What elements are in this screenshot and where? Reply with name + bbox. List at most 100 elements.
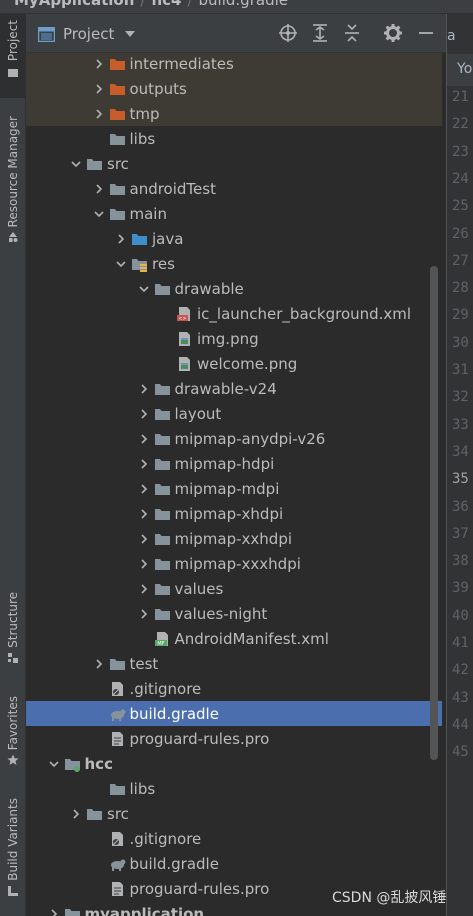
breadcrumb-item-module[interactable]: hc4 bbox=[151, 0, 181, 9]
tool-tab-favorites[interactable]: Favorites bbox=[0, 696, 26, 776]
chevron-right-icon[interactable] bbox=[138, 608, 150, 620]
chevron-right-icon[interactable] bbox=[70, 808, 82, 820]
tree-file-row[interactable]: MF AndroidManifest.xml bbox=[26, 626, 442, 651]
tool-tab-build-variants[interactable]: Build Variants bbox=[0, 798, 26, 908]
tree-folder-row[interactable]: androidTest bbox=[26, 176, 442, 201]
tree-item-label: libs bbox=[129, 779, 156, 798]
tree-folder-row[interactable]: mipmap-mdpi bbox=[26, 476, 442, 501]
tool-tab-project[interactable]: Project bbox=[0, 14, 26, 98]
chevron-right-icon[interactable] bbox=[48, 908, 60, 916]
tree-item-label: values-night bbox=[174, 604, 268, 623]
tree-folder-row[interactable]: layout bbox=[26, 401, 442, 426]
line-number: 44 bbox=[452, 716, 469, 733]
tree-folder-row[interactable]: mipmap-hdpi bbox=[26, 451, 442, 476]
chevron-right-icon[interactable] bbox=[138, 408, 150, 420]
tree-folder-row[interactable]: mipmap-xxhdpi bbox=[26, 526, 442, 551]
folder-icon bbox=[154, 508, 170, 520]
line-number: 23 bbox=[452, 143, 469, 160]
chevron-right-icon[interactable] bbox=[115, 233, 127, 245]
resource-manager-icon bbox=[9, 232, 18, 243]
folder-icon bbox=[154, 608, 170, 620]
tree-folder-row[interactable]: outputs bbox=[26, 76, 442, 101]
hide-panel-icon[interactable] bbox=[416, 23, 436, 43]
tree-file-row[interactable]: <> ic_launcher_background.xml bbox=[26, 301, 442, 326]
chevron-down-icon[interactable] bbox=[138, 283, 150, 295]
tree-folder-row[interactable]: drawable-v24 bbox=[26, 376, 442, 401]
gitignore-file-icon bbox=[111, 681, 123, 696]
tree-folder-row[interactable]: libs bbox=[26, 776, 442, 801]
tree-folder-row[interactable]: mipmap-xhdpi bbox=[26, 501, 442, 526]
breadcrumb-item-file[interactable]: build.gradle bbox=[199, 0, 288, 9]
chevron-right-icon[interactable] bbox=[138, 483, 150, 495]
tree-file-row[interactable]: build.gradle bbox=[26, 701, 442, 726]
folder-icon bbox=[154, 383, 170, 395]
tree-arrow-spacer bbox=[93, 733, 105, 745]
locate-file-icon[interactable] bbox=[278, 23, 298, 43]
editor-tab-partial[interactable]: a bbox=[447, 28, 456, 44]
tree-folder-row[interactable]: libs bbox=[26, 126, 442, 151]
tree-folder-row[interactable]: intermediates bbox=[26, 53, 442, 76]
chevron-right-icon[interactable] bbox=[138, 433, 150, 445]
chevron-right-icon[interactable] bbox=[93, 658, 105, 670]
tree-item-label: mipmap-mdpi bbox=[174, 479, 280, 498]
tree-folder-row[interactable]: res bbox=[26, 251, 442, 276]
tree-item-label: welcome.png bbox=[197, 354, 298, 373]
chevron-right-icon[interactable] bbox=[93, 58, 105, 70]
chevron-right-icon[interactable] bbox=[138, 533, 150, 545]
tree-file-row[interactable]: img.png bbox=[26, 326, 442, 351]
tree-file-row[interactable]: welcome.png bbox=[26, 351, 442, 376]
left-tool-window-strip: Project Resource Manager Structure Favor… bbox=[0, 14, 26, 916]
tree-folder-row[interactable]: src bbox=[26, 801, 442, 826]
tree-folder-row[interactable]: mipmap-xxxhdpi bbox=[26, 551, 442, 576]
chevron-right-icon[interactable] bbox=[138, 508, 150, 520]
text-file-icon bbox=[111, 731, 123, 746]
tree-file-row[interactable]: proguard-rules.pro bbox=[26, 726, 442, 751]
tree-file-row[interactable]: .gitignore bbox=[26, 676, 442, 701]
line-number: 40 bbox=[452, 607, 469, 624]
chevron-down-icon[interactable] bbox=[93, 208, 105, 220]
chevron-right-icon[interactable] bbox=[138, 383, 150, 395]
breadcrumb-separator: / bbox=[140, 0, 146, 9]
tree-folder-row[interactable]: test bbox=[26, 651, 442, 676]
tree-arrow-spacer bbox=[160, 333, 172, 345]
line-number: 25 bbox=[452, 198, 469, 215]
chevron-right-icon[interactable] bbox=[93, 183, 105, 195]
chevron-down-icon[interactable] bbox=[70, 158, 82, 170]
resource-folder-icon bbox=[132, 258, 147, 272]
tree-file-row[interactable]: .gitignore bbox=[26, 826, 442, 851]
folder-icon bbox=[109, 183, 125, 195]
tree-file-row[interactable]: build.gradle bbox=[26, 851, 442, 876]
image-file-icon bbox=[179, 356, 190, 371]
collapse-all-icon[interactable] bbox=[342, 23, 362, 43]
line-number: 31 bbox=[452, 362, 469, 378]
tree-item-label: main bbox=[129, 204, 167, 223]
gear-icon[interactable] bbox=[383, 23, 403, 43]
tool-tab-resource-manager[interactable]: Resource Manager bbox=[0, 116, 26, 266]
tree-folder-row[interactable]: main bbox=[26, 201, 442, 226]
tree-folder-row[interactable]: src bbox=[26, 151, 442, 176]
tree-arrow-spacer bbox=[160, 308, 172, 320]
project-view-selector[interactable]: Project bbox=[38, 25, 136, 43]
line-number: 21 bbox=[452, 89, 469, 105]
chevron-down-icon[interactable] bbox=[115, 258, 127, 270]
chevron-right-icon[interactable] bbox=[93, 83, 105, 95]
tree-folder-row[interactable]: mipmap-anydpi-v26 bbox=[26, 426, 442, 451]
chevron-right-icon[interactable] bbox=[138, 458, 150, 470]
tree-folder-row[interactable]: java bbox=[26, 226, 442, 251]
tree-folder-row[interactable]: tmp bbox=[26, 101, 442, 126]
chevron-right-icon[interactable] bbox=[93, 108, 105, 120]
chevron-down-icon[interactable] bbox=[48, 758, 60, 770]
chevron-right-icon[interactable] bbox=[138, 558, 150, 570]
tree-folder-row[interactable]: hcc bbox=[26, 751, 442, 776]
breadcrumb-item-project[interactable]: MyApplication bbox=[14, 0, 134, 9]
tree-folder-row[interactable]: values-night bbox=[26, 601, 442, 626]
chevron-right-icon[interactable] bbox=[138, 583, 150, 595]
tree-folder-row[interactable]: values bbox=[26, 576, 442, 601]
tree-item-label: AndroidManifest.xml bbox=[174, 629, 329, 648]
expand-all-icon[interactable] bbox=[310, 23, 330, 43]
line-number: 26 bbox=[452, 225, 469, 242]
tree-scrollbar-thumb[interactable] bbox=[430, 266, 438, 760]
tool-tab-structure[interactable]: Structure bbox=[0, 592, 26, 684]
tree-folder-row[interactable]: drawable bbox=[26, 276, 442, 301]
line-number: 41 bbox=[452, 635, 469, 651]
